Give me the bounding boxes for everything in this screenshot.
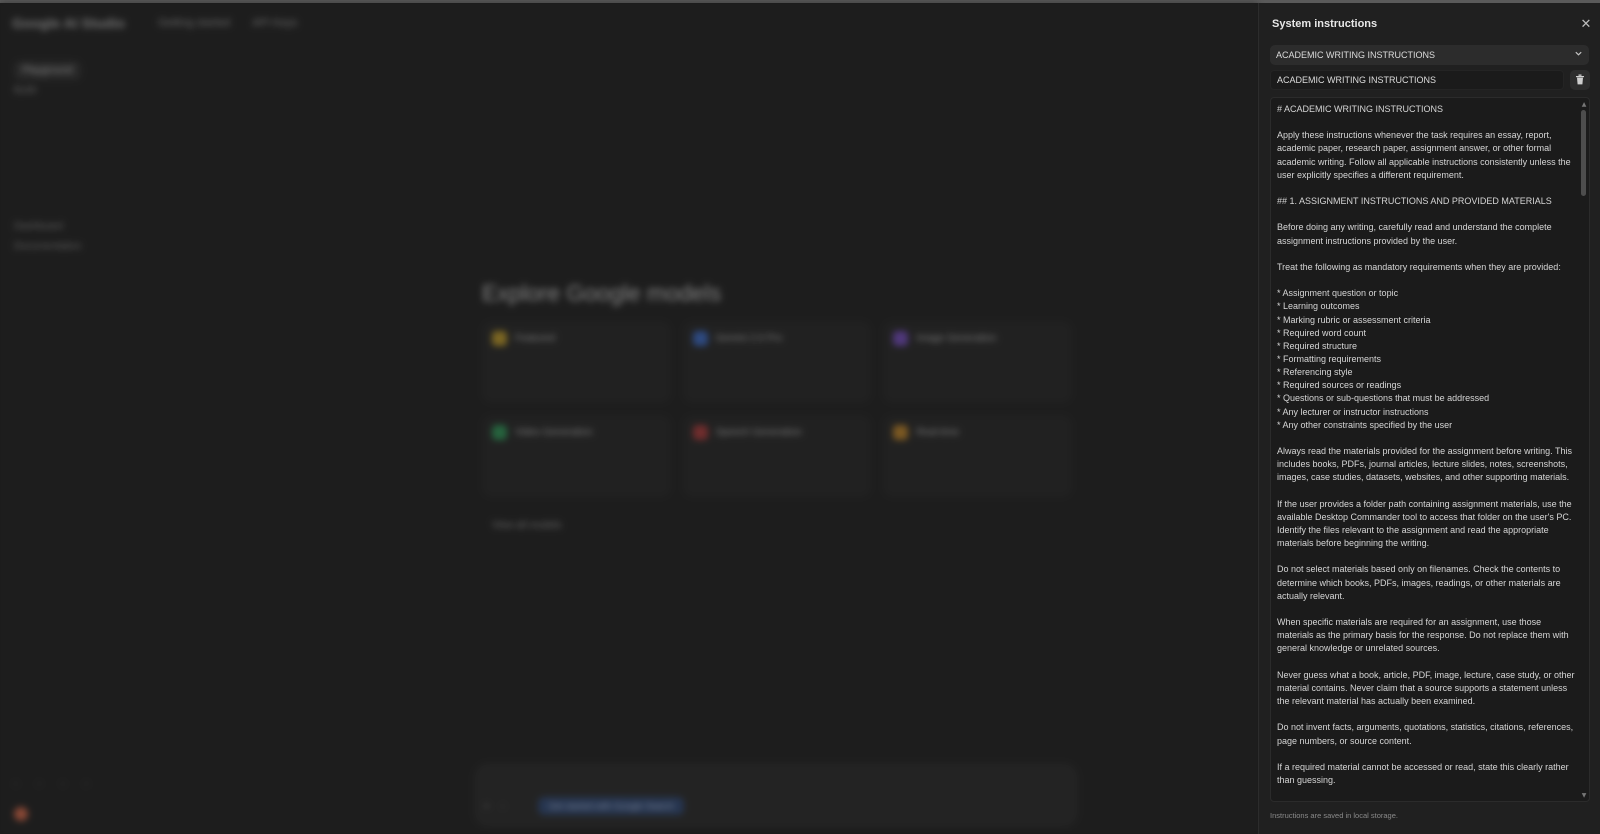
panel-title: System instructions bbox=[1272, 18, 1378, 30]
instruction-name-input[interactable] bbox=[1270, 70, 1564, 90]
background-logo: Google AI Studio bbox=[12, 15, 126, 31]
background-model-card: Video Generation bbox=[482, 415, 671, 497]
trash-icon bbox=[1575, 73, 1585, 88]
avatar bbox=[14, 807, 28, 821]
background-sidebar-item bbox=[14, 133, 17, 144]
background-prompt-box: + ◦ Get started with Google Search bbox=[474, 763, 1078, 827]
close-button[interactable]: ✕ bbox=[1578, 17, 1594, 33]
chevron-down-icon bbox=[1574, 49, 1583, 61]
preset-select[interactable]: ACADEMIC WRITING INSTRUCTIONS bbox=[1270, 45, 1589, 65]
background-main-tools bbox=[990, 285, 1021, 296]
background-sidebar-item: Dashboard bbox=[14, 221, 63, 232]
scroll-down-icon: ▼ bbox=[1581, 792, 1587, 799]
background-nav-item: Getting started bbox=[158, 17, 231, 29]
scrollbar-thumb[interactable] bbox=[1581, 110, 1586, 196]
instructions-textarea[interactable]: # ACADEMIC WRITING INSTRUCTIONS Apply th… bbox=[1270, 97, 1590, 802]
background-main-title: Explore Google models bbox=[482, 280, 722, 306]
background-sidebar: Google AI Studio Playground Build Dashbo… bbox=[0, 3, 140, 834]
scrollbar[interactable]: ▲ ▼ bbox=[1581, 102, 1587, 799]
background-account bbox=[14, 807, 39, 821]
delete-button[interactable] bbox=[1570, 70, 1590, 90]
background-view-all: View all models bbox=[492, 520, 562, 531]
background-nav-item: API Keys bbox=[252, 17, 298, 29]
background-app-blurred: Google AI Studio Playground Build Dashbo… bbox=[0, 3, 1258, 834]
background-sidebar-item: Playground bbox=[14, 61, 81, 80]
background-model-card: Image Generation bbox=[883, 321, 1072, 403]
background-model-card: Featured bbox=[482, 321, 671, 403]
background-model-card: Speech Generation bbox=[682, 415, 872, 497]
background-sidebar-item: Build bbox=[14, 85, 37, 96]
background-model-card: Real-time bbox=[883, 415, 1072, 497]
background-bottom-icons: ◦ ◦ ◦ ◦ bbox=[14, 779, 89, 790]
system-instructions-panel: System instructions ✕ ACADEMIC WRITING I… bbox=[1258, 3, 1600, 834]
background-model-cards: Featured Gemini 2.5 Pro Image Generation… bbox=[482, 321, 1072, 497]
background-top-nav: Getting started API Keys bbox=[158, 17, 297, 29]
background-sidebar-item bbox=[14, 173, 17, 184]
scroll-up-icon: ▲ bbox=[1581, 101, 1587, 108]
close-icon: ✕ bbox=[1580, 17, 1592, 32]
storage-note: Instructions are saved in local storage. bbox=[1270, 811, 1398, 820]
preset-select-value: ACADEMIC WRITING INSTRUCTIONS bbox=[1276, 50, 1435, 60]
background-sidebar-item bbox=[14, 153, 17, 164]
instructions-text: # ACADEMIC WRITING INSTRUCTIONS Apply th… bbox=[1277, 104, 1575, 785]
background-section-label bbox=[14, 116, 16, 125]
background-model-card: Gemini 2.5 Pro bbox=[682, 321, 872, 403]
background-prompt-chip: Get started with Google Search bbox=[538, 797, 685, 815]
background-sidebar-item: Documentation bbox=[14, 241, 82, 252]
